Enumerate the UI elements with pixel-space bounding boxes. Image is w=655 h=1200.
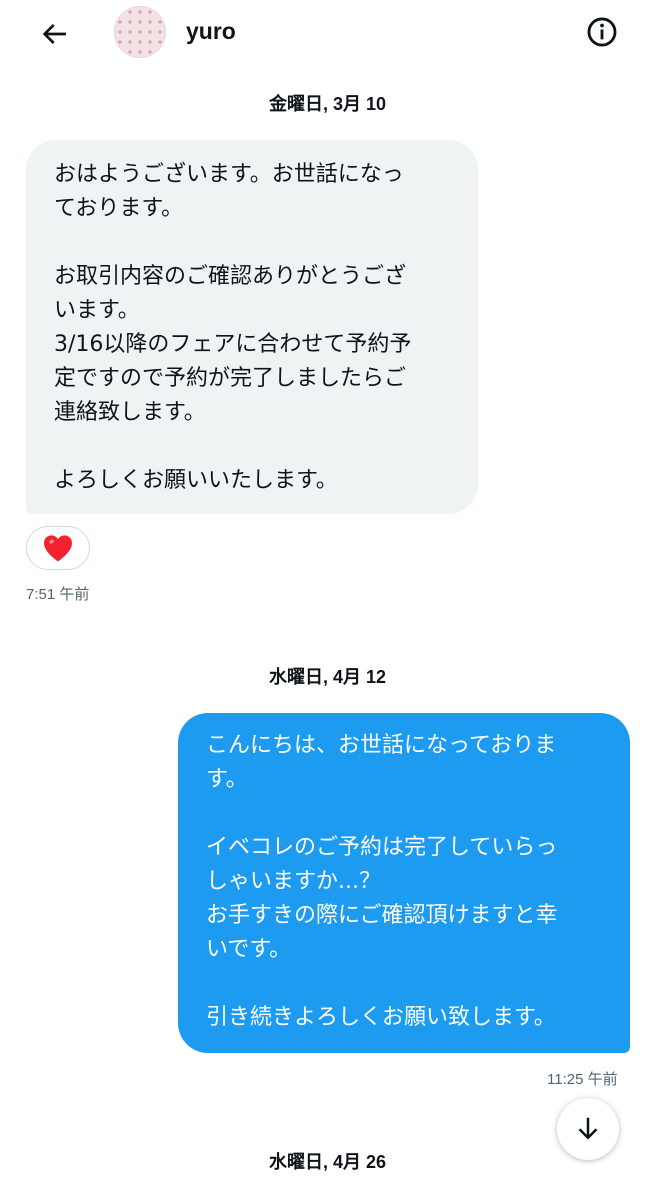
- incoming-message-bubble[interactable]: おはようございます。お世話になっ ております。 お取引内容のご確認ありがとうござ…: [26, 140, 478, 514]
- message-line: す。: [206, 767, 248, 792]
- arrow-down-icon: [578, 1117, 598, 1140]
- outgoing-message-bubble[interactable]: こんにちは、お世話になっておりま す。 イベコレのご予約は完了していらっ しゃい…: [178, 713, 630, 1053]
- message-line: お手すきの際にご確認頂けますと幸: [206, 903, 558, 928]
- heart-icon: [44, 535, 72, 562]
- back-button[interactable]: [32, 14, 76, 54]
- date-separator: 水曜日, 4月 26: [268, 1152, 387, 1172]
- message-line: おはようございます。お世話になっ: [54, 162, 404, 187]
- message-timestamp: 7:51 午前: [26, 586, 90, 603]
- info-button[interactable]: [582, 12, 622, 52]
- message-line: こんにちは、お世話になっておりま: [206, 733, 557, 758]
- heart-reaction[interactable]: [26, 526, 90, 570]
- message-line: 3/16以降のフェアに合わせて予約予: [54, 332, 412, 357]
- message-line: 引き続きよろしくお願い致します。: [206, 1005, 556, 1030]
- conversation-header: yuro: [0, 0, 655, 70]
- message-line: イベコレのご予約は完了していらっ: [206, 835, 558, 860]
- message-line: いです。: [206, 937, 292, 962]
- message-line: ております。: [54, 196, 184, 221]
- date-separator: 金曜日, 3月 10: [268, 94, 387, 114]
- date-separator: 水曜日, 4月 12: [268, 667, 387, 687]
- message-line: います。: [54, 298, 140, 323]
- username[interactable]: yuro: [186, 18, 236, 45]
- message-line: しゃいますか...？: [206, 869, 381, 894]
- message-timestamp: 11:25 午前: [547, 1071, 618, 1088]
- message-line: 連絡致します。: [54, 400, 206, 425]
- message-line: 定ですので予約が完了しましたらご: [54, 366, 407, 391]
- message-line: よろしくお願いいたします。: [54, 468, 338, 493]
- info-circle-icon: [587, 17, 617, 47]
- arrow-left-icon: [42, 24, 66, 44]
- avatar[interactable]: [114, 6, 166, 58]
- message-line: お取引内容のご確認ありがとうござ: [54, 264, 407, 289]
